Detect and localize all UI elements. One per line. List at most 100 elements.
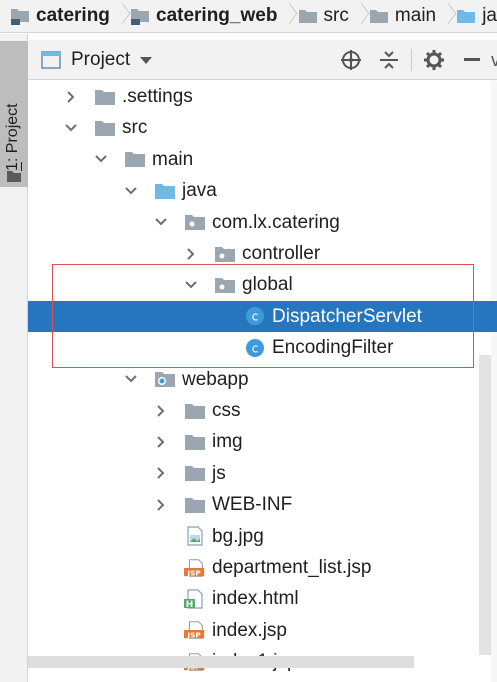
module-folder-icon	[130, 7, 150, 25]
svg-text:c: c	[252, 341, 259, 355]
tree-node-js[interactable]: js	[28, 458, 497, 489]
project-view-title[interactable]: Project	[71, 49, 130, 71]
tree-node-label: index.jsp	[212, 619, 287, 641]
java-class-icon: c	[244, 338, 266, 358]
toolbar-divider	[411, 49, 412, 71]
tree-node-index-html[interactable]: Hindex.html	[28, 583, 497, 614]
source-folder-icon	[456, 8, 476, 24]
project-tab-label: 1: Project	[4, 103, 21, 171]
folder-icon	[298, 8, 318, 24]
tree-node-src[interactable]: src	[28, 112, 497, 143]
folder-icon	[124, 149, 146, 169]
breadcrumb-item-main[interactable]: main	[359, 0, 437, 32]
tool-window-strip: 1: Project	[0, 34, 28, 682]
tree-node-css[interactable]: css	[28, 395, 497, 426]
tree-node-img[interactable]: img	[28, 426, 497, 457]
tree-node-dispatcherservlet[interactable]: c DispatcherServlet	[28, 300, 497, 332]
breadcrumb-separator	[355, 0, 359, 32]
tree-node-label: java	[182, 180, 217, 202]
project-tool-window-tab[interactable]: 1: Project	[0, 41, 28, 187]
horizontal-scrollbar[interactable]	[28, 656, 414, 668]
project-panel-header: Project v	[28, 40, 497, 80]
hide-icon[interactable]	[453, 40, 491, 80]
tree-node-department-list-jsp[interactable]: JSP department_list.jsp	[28, 552, 497, 583]
package-icon	[184, 212, 206, 232]
tree-node-encodingfilter[interactable]: c EncodingFilter	[28, 332, 497, 363]
locate-icon[interactable]	[332, 40, 370, 80]
tree-node-java[interactable]: java	[28, 175, 497, 206]
package-icon	[214, 275, 236, 295]
chevron-down-icon[interactable]	[184, 278, 198, 292]
chevron-down-icon[interactable]	[140, 57, 153, 64]
breadcrumb-label: main	[394, 5, 437, 26]
tree-arrow-spacer	[154, 529, 168, 543]
html-file-icon: H	[184, 589, 206, 609]
tree-arrow-spacer	[154, 623, 168, 637]
breadcrumb-item-catering[interactable]: catering	[0, 0, 110, 32]
tree-node-web-inf[interactable]: WEB-INF	[28, 489, 497, 520]
svg-text:H: H	[186, 600, 194, 609]
tree-arrow-spacer	[214, 309, 228, 323]
chevron-down-icon[interactable]	[154, 215, 168, 229]
package-icon	[214, 244, 236, 264]
chevron-right-icon[interactable]	[184, 247, 198, 261]
chevron-down-icon[interactable]	[94, 152, 108, 166]
breadcrumb-item-catering-web[interactable]: catering_web	[120, 0, 278, 32]
breadcrumb-separator	[442, 0, 446, 32]
project-folder-icon	[10, 7, 30, 25]
breadcrumb-label: catering	[36, 5, 110, 26]
tree-node-main[interactable]: main	[28, 144, 497, 175]
tree-node-global[interactable]: global	[28, 269, 497, 300]
project-tree: .settings src main java com.lx.catering contr…	[28, 81, 497, 682]
chevron-right-icon[interactable]	[154, 404, 168, 418]
breadcrumb: catering catering_web src main ja	[0, 0, 497, 33]
tree-node-controller[interactable]: controller	[28, 238, 497, 269]
breadcrumb-item-src[interactable]: src	[288, 0, 349, 32]
tree-node-label: .settings	[122, 86, 193, 107]
tree-arrow-spacer	[154, 561, 168, 575]
tree-node-label: css	[212, 400, 241, 421]
image-file-icon	[184, 526, 206, 546]
folder-icon	[184, 495, 206, 515]
chevron-right-icon[interactable]	[154, 466, 168, 480]
folder-icon	[184, 463, 206, 483]
breadcrumb-label: catering_web	[156, 5, 278, 26]
partial-editor-tab-text: v	[491, 49, 497, 70]
jsp-file-icon: JSP	[184, 558, 206, 578]
chevron-right-icon[interactable]	[154, 498, 168, 512]
folder-icon	[369, 8, 389, 24]
source-folder-icon	[154, 181, 176, 201]
folder-icon	[94, 87, 116, 107]
folder-icon	[6, 169, 22, 188]
tree-node-index-jsp[interactable]: JSP index.jsp	[28, 615, 497, 646]
tree-arrow-spacer	[214, 341, 228, 355]
project-view-icon	[41, 50, 61, 69]
breadcrumb-separator	[116, 0, 120, 32]
svg-text:c: c	[252, 310, 259, 324]
chevron-right-icon[interactable]	[154, 435, 168, 449]
tree-node-bg-jpg[interactable]: bg.jpg	[28, 521, 497, 552]
tree-node-label: DispatcherServlet	[272, 305, 422, 327]
folder-icon	[184, 401, 206, 421]
tree-node-label: controller	[242, 243, 321, 264]
tree-node-label: index.html	[212, 588, 299, 610]
vertical-scrollbar[interactable]	[479, 355, 491, 655]
tree-node-com-lx-catering[interactable]: com.lx.catering	[28, 207, 497, 238]
tree-node-label: global	[242, 274, 293, 296]
tree-node-settings[interactable]: .settings	[28, 81, 497, 112]
tree-arrow-spacer	[154, 592, 168, 606]
chevron-down-icon[interactable]	[124, 372, 138, 386]
tree-node-label: webapp	[182, 368, 249, 390]
chevron-right-icon[interactable]	[64, 90, 78, 104]
tree-node-webapp[interactable]: webapp	[28, 364, 497, 395]
svg-text:JSP: JSP	[186, 631, 201, 640]
tree-node-label: js	[212, 462, 226, 484]
settings-icon[interactable]	[415, 40, 453, 80]
breadcrumb-label: ja	[482, 5, 497, 26]
tree-node-label: department_list.jsp	[212, 557, 372, 578]
collapse-all-icon[interactable]	[370, 40, 408, 80]
breadcrumb-separator	[283, 0, 287, 32]
chevron-down-icon[interactable]	[64, 121, 78, 135]
svg-text:JSP: JSP	[186, 568, 201, 577]
chevron-down-icon[interactable]	[124, 184, 138, 198]
